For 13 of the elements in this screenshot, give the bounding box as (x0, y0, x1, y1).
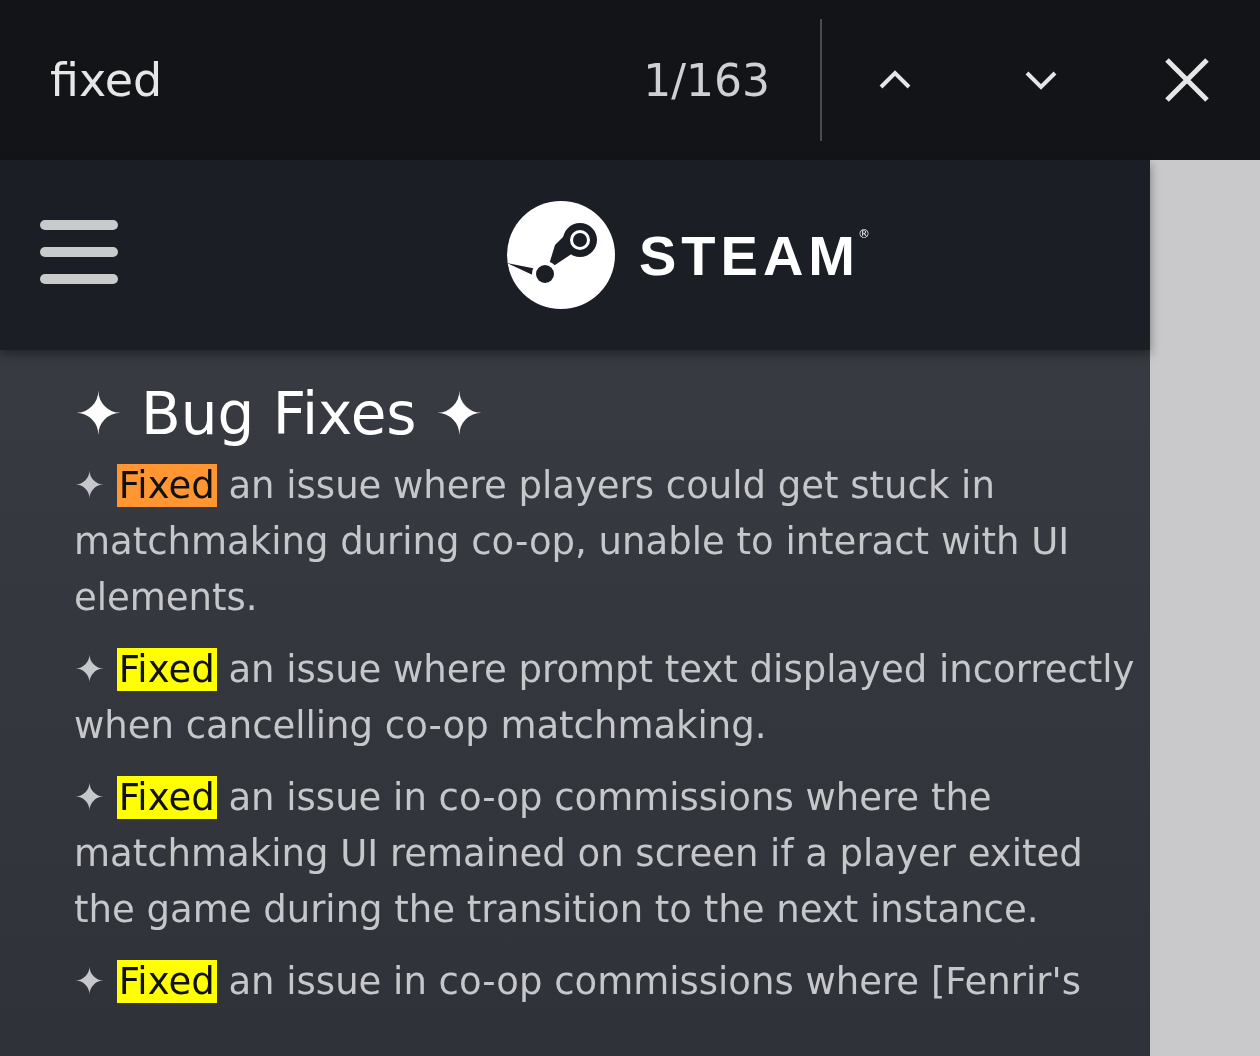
changelog-entry: ✦ Fixed an issue where players could get stuck in matchmaking during co-op, unable to interact with UI elements. (74, 463, 1071, 621)
match-count: 1/163 (643, 54, 770, 106)
close-icon (1164, 57, 1210, 103)
changelog-entry: ✦ Fixed an issue in co-op commissions where [Fenrir's (74, 959, 1082, 1005)
menu-icon (40, 220, 118, 284)
steam-logo-icon (507, 201, 615, 309)
section-heading: ✦ Bug Fixes ✦ (74, 380, 484, 448)
menu-button[interactable] (40, 220, 118, 284)
find-query[interactable]: fixed (50, 53, 644, 107)
registered-mark: ® (858, 227, 870, 241)
changelog-entry: ✦ Fixed an issue where prompt text displayed incorrectly when cancelling co-op matchmaking. (74, 647, 1136, 749)
changelog-entry: ✦ Fixed an issue in co-op commissions where the matchmaking UI remained on screen if a player exited the game during the transition to the next instance. (74, 775, 1084, 933)
brand-name: STEAM (639, 222, 860, 288)
